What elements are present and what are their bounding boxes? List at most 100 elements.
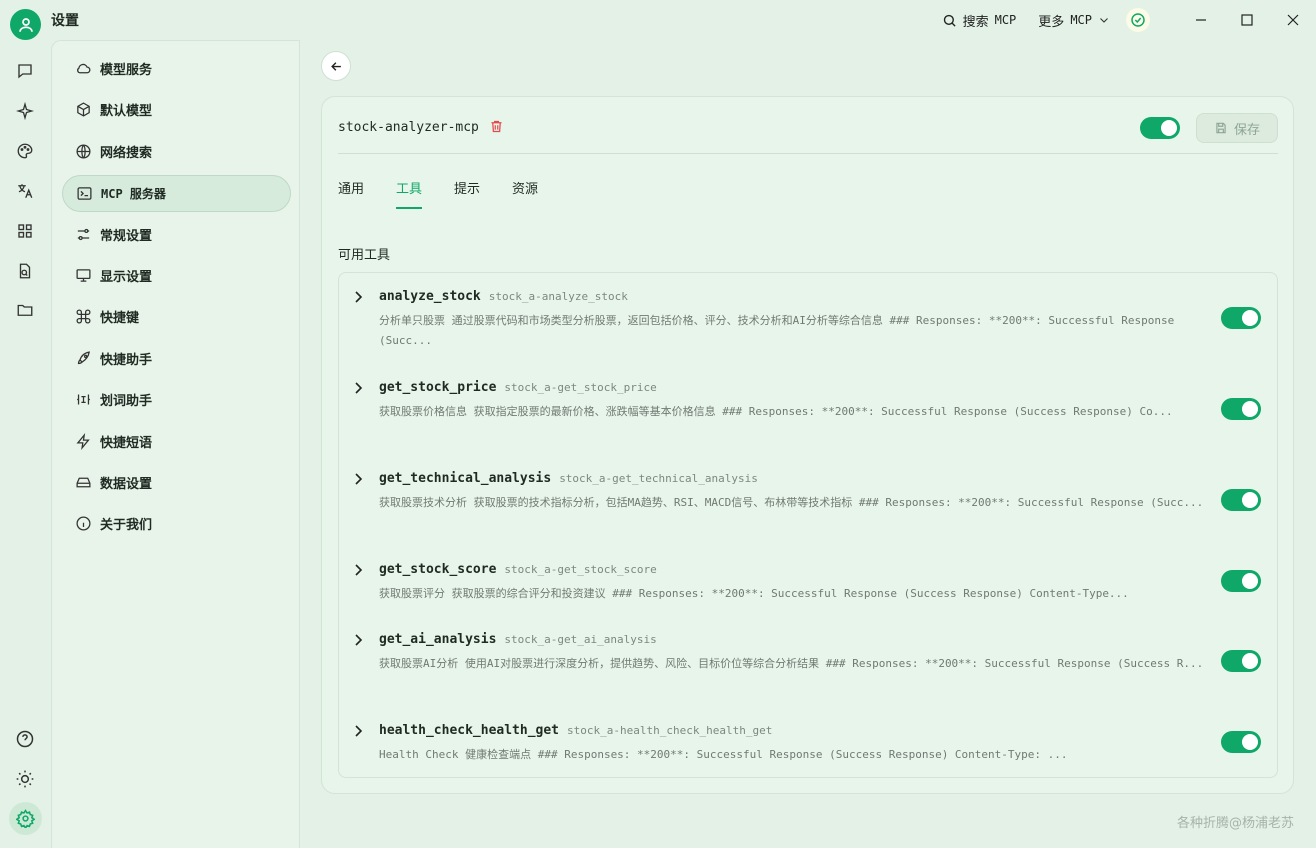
icon-rail (0, 40, 51, 848)
back-button[interactable] (321, 51, 351, 81)
minimize-button[interactable] (1178, 0, 1224, 40)
nav-item-label: 显示设置 (100, 270, 153, 285)
watermark: 各种折腾@杨浦老苏 (1176, 816, 1294, 831)
tab-prompts[interactable]: 提示 (454, 178, 480, 209)
rocket-icon (74, 350, 92, 368)
nav-item-web-search[interactable]: 网络搜索 (62, 133, 291, 170)
chevron-right-icon[interactable] (354, 291, 364, 303)
more-mcp-label: MCP (1070, 13, 1092, 27)
hard-drive-icon (74, 474, 92, 492)
nav-item-label: 数据设置 (100, 477, 153, 492)
nav-item-about[interactable]: 关于我们 (62, 505, 291, 542)
tool-name: health_check_health_get stock_a-health_ch… (379, 723, 773, 738)
settings-button[interactable] (9, 802, 42, 835)
translate-icon[interactable] (13, 179, 37, 203)
tool-enable-toggle[interactable] (1221, 650, 1261, 672)
nav-item-model-service[interactable]: 模型服务 (62, 50, 291, 87)
nav-item-label: 网络搜索 (100, 146, 153, 161)
terminal-icon (75, 185, 93, 203)
tool-name: analyze_stock stock_a-analyze_stock (379, 289, 628, 304)
search-mcp-button[interactable]: 搜索 MCP (942, 11, 1017, 30)
nav-item-data[interactable]: 数据设置 (62, 464, 291, 501)
chevron-right-icon[interactable] (354, 473, 364, 485)
nav-item-selection-assistant[interactable]: 划词助手 (62, 381, 291, 418)
delete-button[interactable] (489, 119, 504, 138)
tool-enable-toggle[interactable] (1221, 398, 1261, 420)
nav-item-label: 快捷键 (100, 311, 140, 326)
chat-icon[interactable] (13, 59, 37, 83)
tool-enable-toggle[interactable] (1221, 570, 1261, 592)
save-label: 保存 (1233, 122, 1260, 138)
close-button[interactable] (1270, 0, 1316, 40)
server-enable-toggle[interactable] (1140, 117, 1180, 139)
tool-enable-toggle[interactable] (1221, 731, 1261, 753)
tool-id: stock_a-health_check_health_get (567, 724, 773, 737)
tool-description: 获取股票价格信息 获取指定股票的最新价格、涨跌幅等基本价格信息 ### Resp… (379, 405, 1173, 418)
nav-item-mcp-servers[interactable]: MCP 服务器 (62, 175, 291, 212)
monitor-icon (74, 267, 92, 285)
palette-icon[interactable] (13, 139, 37, 163)
nav-item-label: 默认模型 (100, 104, 153, 119)
sun-icon[interactable] (13, 767, 37, 791)
chevron-right-icon[interactable] (354, 634, 364, 646)
nav-item-general[interactable]: 常规设置 (62, 216, 291, 253)
tool-id: stock_a-get_ai_analysis (504, 633, 657, 646)
tab-tools[interactable]: 工具 (396, 178, 423, 209)
nav-item-display[interactable]: 显示设置 (62, 257, 291, 294)
file-search-icon[interactable] (13, 259, 37, 283)
tab-resources[interactable]: 资源 (512, 178, 538, 209)
save-button[interactable]: 保存 (1196, 113, 1278, 143)
nav-item-label: 划词助手 (100, 394, 153, 409)
cloud-icon (74, 60, 92, 78)
save-icon (1216, 122, 1226, 134)
user-avatar[interactable] (10, 9, 41, 40)
user-icon (18, 17, 33, 32)
chevron-right-icon[interactable] (354, 382, 364, 394)
server-name: stock-analyzer-mcp (338, 120, 479, 135)
window-title: 设置 (51, 13, 79, 29)
minimize-icon (1196, 19, 1206, 21)
tool-enable-toggle[interactable] (1221, 307, 1261, 329)
nav-item-quick-assistant[interactable]: 快捷助手 (62, 340, 291, 377)
header-divider (338, 153, 1278, 154)
status-indicator[interactable] (1126, 8, 1150, 32)
search-mcp-label: MCP (994, 13, 1017, 27)
globe-icon (74, 143, 92, 161)
search-label: 搜索 (962, 14, 989, 30)
tool-description: Health Check 健康检查端点 ### Responses: **200… (379, 748, 1068, 761)
sliders-icon (74, 226, 92, 244)
help-icon[interactable] (13, 727, 37, 751)
nav-item-default-model[interactable]: 默认模型 (62, 91, 291, 128)
maximize-button[interactable] (1224, 0, 1270, 40)
tool-name: get_technical_analysis stock_a-get_techni… (379, 471, 758, 486)
tool-id: stock_a-get_stock_score (504, 563, 657, 576)
nav-item-shortcuts[interactable]: 快捷键 (62, 298, 291, 335)
chevron-right-icon[interactable] (354, 725, 364, 737)
tool-name: get_ai_analysis stock_a-get_ai_analysis (379, 632, 657, 647)
nav-item-label: 快捷短语 (100, 436, 153, 451)
trash-icon (491, 120, 502, 133)
sparkle-icon[interactable] (13, 99, 37, 123)
apps-grid-icon[interactable] (13, 219, 37, 243)
nav-item-quick-phrases[interactable]: 快捷短语 (62, 423, 291, 460)
more-label: 更多 (1038, 14, 1065, 30)
tool-description: 获取股票评分 获取股票的综合评分和投资建议 ### Responses: **2… (379, 587, 1129, 600)
tab-general[interactable]: 通用 (338, 178, 364, 209)
nav-item-label: 常规设置 (100, 229, 153, 244)
command-icon (74, 308, 92, 326)
nav-item-label: 关于我们 (100, 518, 153, 533)
search-icon (943, 14, 956, 27)
chevron-right-icon[interactable] (354, 564, 364, 576)
folder-icon[interactable] (13, 298, 37, 322)
more-mcp-button[interactable]: 更多 MCP (1038, 11, 1110, 30)
tool-description: 获取股票技术分析 获取股票的技术指标分析，包括MA趋势、RSI、MACD信号、布… (379, 496, 1204, 509)
tool-id: stock_a-analyze_stock (488, 290, 628, 303)
info-icon (74, 515, 92, 533)
gear-icon (16, 809, 35, 828)
mcp-server-card: stock-analyzer-mcp 保存 通用 工具 提示 资源 可用工具 a… (321, 96, 1294, 794)
close-icon (1287, 14, 1299, 26)
tool-enable-toggle[interactable] (1221, 489, 1261, 511)
settings-nav: 模型服务 默认模型 网络搜索 MCP 服务器 常规设置 显示设置 快捷键 快捷助… (51, 40, 300, 848)
text-select-icon (74, 391, 92, 409)
chevron-down-icon (1100, 18, 1108, 23)
